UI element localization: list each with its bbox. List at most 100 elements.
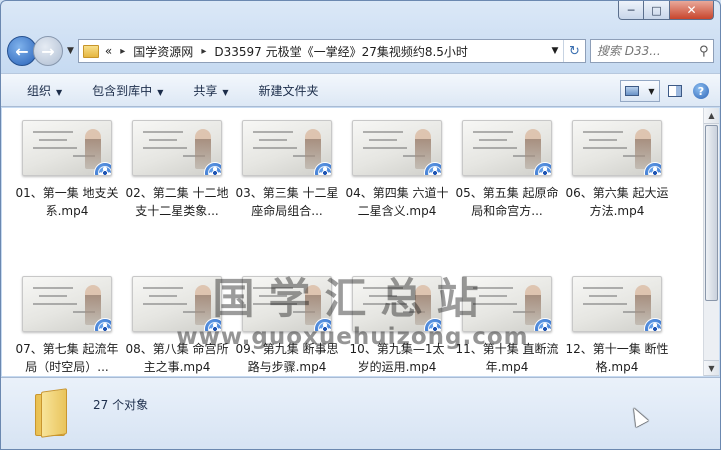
scroll-up-icon[interactable]: ▲ xyxy=(704,108,719,124)
breadcrumb-segment-site[interactable]: 国学资源网 xyxy=(133,43,193,60)
chevron-down-icon: ▼ xyxy=(222,87,229,97)
folder-icon xyxy=(82,44,99,58)
file-name-label: 01、第一集 地支关系.mp4 xyxy=(15,186,119,218)
arrow-right-icon: → xyxy=(41,41,55,61)
file-name-label: 05、第五集 起原命局和命宫方... xyxy=(455,186,559,218)
forward-button[interactable]: → xyxy=(33,36,63,66)
search-icon[interactable]: ⚲ xyxy=(695,44,714,59)
film-reel-icon xyxy=(318,322,331,331)
file-name-label: 07、第七集 起流年局（时空局）... xyxy=(15,342,119,374)
file-item[interactable]: 12、第十一集 断性格.mp4 xyxy=(562,274,672,376)
video-thumbnail xyxy=(462,120,552,176)
chevron-right-icon[interactable]: ▸ xyxy=(120,46,125,57)
help-button[interactable]: ? xyxy=(690,80,712,102)
video-thumbnail xyxy=(132,276,222,332)
video-thumbnail xyxy=(22,276,112,332)
video-file-icon xyxy=(424,162,441,175)
refresh-icon[interactable]: ↻ xyxy=(562,40,585,62)
scroll-down-icon[interactable]: ▼ xyxy=(704,360,719,376)
file-item[interactable]: 02、第二集 十二地支十二星类象... xyxy=(122,118,232,274)
file-name-label: 02、第二集 十二地支十二星类象... xyxy=(125,186,229,218)
video-file-icon xyxy=(314,162,331,175)
file-item[interactable]: 01、第一集 地支关系.mp4 xyxy=(12,118,122,274)
change-view-button[interactable]: ▼ xyxy=(620,80,660,102)
video-thumbnail xyxy=(242,276,332,332)
file-name-label: 06、第六集 起大运方法.mp4 xyxy=(565,186,669,218)
video-file-icon xyxy=(94,162,111,175)
vertical-scrollbar[interactable]: ▲ ▼ xyxy=(703,108,719,376)
video-file-icon xyxy=(204,162,221,175)
film-reel-icon xyxy=(428,322,441,331)
chevron-down-icon: ▼ xyxy=(648,86,655,96)
scrollbar-thumb[interactable] xyxy=(705,125,718,301)
film-reel-icon xyxy=(648,322,661,331)
file-item[interactable]: 08、第八集 命宫所主之事.mp4 xyxy=(122,274,232,376)
search-box[interactable]: ⚲ xyxy=(589,39,714,63)
video-file-icon xyxy=(644,318,661,331)
arrow-left-icon: ← xyxy=(15,41,29,61)
navigation-row: ← → ▼ « ▸ 国学资源网 ▸ D33597 元极堂《一掌经》27集视频约8… xyxy=(7,35,714,67)
share-button[interactable]: 共享 ▼ xyxy=(193,82,228,99)
video-thumbnail xyxy=(462,276,552,332)
include-in-library-button[interactable]: 包含到库中 ▼ xyxy=(92,82,163,99)
video-thumbnail xyxy=(572,276,662,332)
file-name-label: 12、第十一集 断性格.mp4 xyxy=(565,342,669,374)
file-name-label: 03、第三集 十二星座命局组合... xyxy=(235,186,339,218)
film-reel-icon xyxy=(208,322,221,331)
recent-pages-dropdown[interactable]: ▼ xyxy=(67,46,74,56)
caption-buttons: ─ □ ✕ xyxy=(618,1,714,20)
video-file-icon xyxy=(424,318,441,331)
explorer-window: ─ □ ✕ ← → ▼ « ▸ 国学资源网 ▸ D33597 元极堂《一掌经》2… xyxy=(0,0,721,450)
file-name-label: 04、第四集 六道十二星含义.mp4 xyxy=(345,186,449,218)
organize-button[interactable]: 组织 ▼ xyxy=(27,82,62,99)
video-file-icon xyxy=(644,162,661,175)
film-reel-icon xyxy=(538,322,551,331)
file-item[interactable]: 05、第五集 起原命局和命宫方... xyxy=(452,118,562,274)
file-grid: 01、第一集 地支关系.mp4 02、第二集 十二地支十二星类象... 03、第三集… xyxy=(12,118,672,376)
file-item[interactable]: 07、第七集 起流年局（时空局）... xyxy=(12,274,122,376)
address-bar[interactable]: « ▸ 国学资源网 ▸ D33597 元极堂《一掌经》27集视频约8.5小时 ▼… xyxy=(77,39,586,63)
search-input[interactable] xyxy=(596,44,695,58)
film-reel-icon xyxy=(98,322,111,331)
view-icon xyxy=(625,86,640,96)
item-count: 27 个对象 xyxy=(93,398,149,412)
address-overflow[interactable]: « xyxy=(105,44,112,58)
maximize-button[interactable]: □ xyxy=(644,1,670,20)
command-bar: 组织 ▼ 包含到库中 ▼ 共享 ▼ 新建文件夹 ▼ ? xyxy=(1,73,720,107)
file-item[interactable]: 09、第九集 断事思路与步骤.mp4 xyxy=(232,274,342,376)
chevron-right-icon[interactable]: ▸ xyxy=(201,46,206,57)
chevron-down-icon: ▼ xyxy=(56,87,63,97)
file-list[interactable]: 01、第一集 地支关系.mp4 02、第二集 十二地支十二星类象... 03、第三集… xyxy=(2,108,703,376)
file-item[interactable]: 03、第三集 十二星座命局组合... xyxy=(232,118,342,274)
close-button[interactable]: ✕ xyxy=(670,1,714,20)
address-dropdown-icon[interactable]: ▼ xyxy=(547,46,563,56)
file-name-label: 08、第八集 命宫所主之事.mp4 xyxy=(125,342,229,374)
film-reel-icon xyxy=(208,166,221,175)
preview-pane-button[interactable] xyxy=(664,80,686,102)
preview-pane-icon xyxy=(668,85,682,97)
film-reel-icon xyxy=(318,166,331,175)
video-file-icon xyxy=(204,318,221,331)
view-controls: ▼ ? xyxy=(620,80,712,102)
video-thumbnail xyxy=(352,276,442,332)
video-thumbnail xyxy=(22,120,112,176)
chevron-down-icon: ▼ xyxy=(157,87,164,97)
file-name-label: 10、第九集—1太岁的运用.mp4 xyxy=(349,342,445,374)
breadcrumb-segment-folder[interactable]: D33597 元极堂《一掌经》27集视频约8.5小时 xyxy=(214,43,468,60)
new-folder-button[interactable]: 新建文件夹 xyxy=(259,82,319,99)
video-file-icon xyxy=(534,318,551,331)
file-item[interactable]: 04、第四集 六道十二星含义.mp4 xyxy=(342,118,452,274)
file-name-label: 09、第九集 断事思路与步骤.mp4 xyxy=(235,342,339,374)
details-pane: 27 个对象 xyxy=(1,377,720,449)
video-file-icon xyxy=(314,318,331,331)
file-name-label: 11、第十集 直断流年.mp4 xyxy=(455,342,559,374)
file-item[interactable]: 06、第六集 起大运方法.mp4 xyxy=(562,118,672,274)
file-item[interactable]: 10、第九集—1太岁的运用.mp4 xyxy=(342,274,452,376)
video-thumbnail xyxy=(572,120,662,176)
film-reel-icon xyxy=(98,166,111,175)
video-file-icon xyxy=(534,162,551,175)
minimize-button[interactable]: ─ xyxy=(618,1,644,20)
video-thumbnail xyxy=(132,120,222,176)
file-item[interactable]: 11、第十集 直断流年.mp4 xyxy=(452,274,562,376)
video-thumbnail xyxy=(242,120,332,176)
